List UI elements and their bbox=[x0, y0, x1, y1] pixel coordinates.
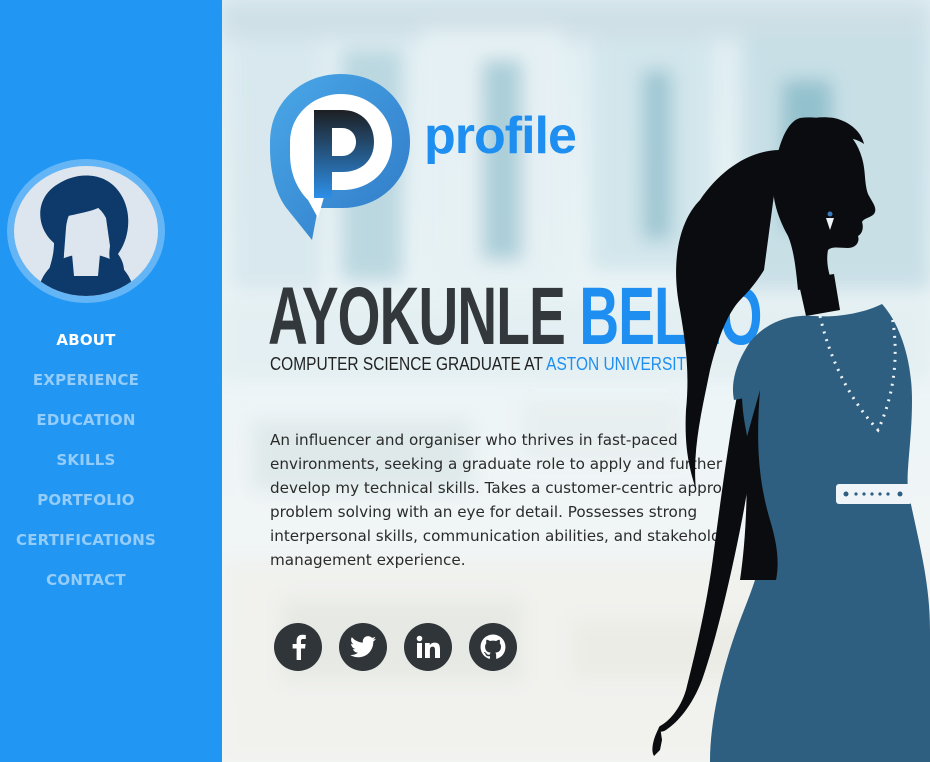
facebook-icon[interactable] bbox=[274, 623, 322, 671]
nav-education[interactable]: EDUCATION bbox=[0, 405, 172, 445]
nav-portfolio[interactable]: PORTFOLIO bbox=[0, 485, 172, 525]
side-nav: ABOUT EXPERIENCE EDUCATION SKILLS PORTFO… bbox=[0, 325, 172, 605]
nav-certifications[interactable]: CERTIFICATIONS bbox=[0, 525, 172, 565]
woman-silhouette-illustration bbox=[630, 110, 930, 762]
logo-wordmark: profile bbox=[424, 107, 577, 165]
nav-experience[interactable]: EXPERIENCE bbox=[0, 365, 172, 405]
profile-logo-icon bbox=[270, 72, 420, 242]
subtitle-prefix: COMPUTER SCIENCE GRADUATE AT bbox=[270, 354, 543, 374]
github-icon[interactable] bbox=[469, 623, 517, 671]
nav-about[interactable]: ABOUT bbox=[0, 325, 172, 365]
twitter-icon[interactable] bbox=[339, 623, 387, 671]
linkedin-icon[interactable] bbox=[404, 623, 452, 671]
nav-skills[interactable]: SKILLS bbox=[0, 445, 172, 485]
social-links bbox=[274, 623, 517, 671]
avatar bbox=[6, 158, 166, 304]
first-name: AYOKUNLE bbox=[268, 269, 566, 362]
sidebar: ABOUT EXPERIENCE EDUCATION SKILLS PORTFO… bbox=[0, 0, 222, 762]
profile-page: ABOUT EXPERIENCE EDUCATION SKILLS PORTFO… bbox=[0, 0, 930, 762]
nav-contact[interactable]: CONTACT bbox=[0, 565, 172, 605]
